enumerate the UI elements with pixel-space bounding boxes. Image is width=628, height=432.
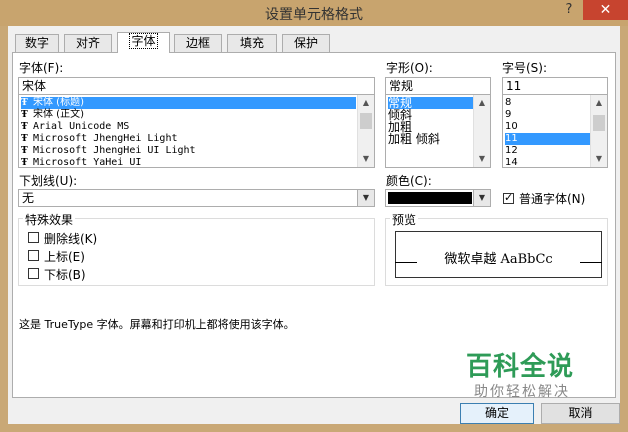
- scroll-up-icon[interactable]: ▲: [358, 95, 374, 111]
- truetype-icon: Ŧ: [21, 158, 28, 168]
- tab-alignment-label: 对齐: [75, 36, 100, 50]
- baseline-right: [580, 262, 602, 263]
- strikethrough-checkbox[interactable]: [28, 232, 39, 243]
- underline-value: 无: [22, 191, 35, 205]
- font-item-label: Microsoft YaHei UI: [33, 157, 142, 168]
- underline-label: 下划线(U):: [19, 174, 78, 188]
- font-label: 字体(F):: [19, 61, 64, 75]
- truetype-icon: Ŧ: [21, 146, 28, 156]
- style-list[interactable]: 常规 倾斜 加粗 加粗 倾斜 ▲ ▼: [385, 94, 491, 168]
- color-swatch: [388, 192, 472, 204]
- scroll-thumb[interactable]: [360, 113, 372, 129]
- cancel-button[interactable]: 取消: [541, 403, 620, 424]
- size-input[interactable]: 11: [502, 77, 608, 95]
- tab-fill[interactable]: 填充: [227, 34, 277, 52]
- close-button[interactable]: ✕: [583, 0, 628, 20]
- window-title: 设置单元格格式: [265, 7, 363, 23]
- size-list[interactable]: 8 9 10 11 12 14 ▲ ▼: [502, 94, 608, 168]
- tab-fill-label: 填充: [239, 36, 264, 50]
- watermark-logo: 百科全说: [466, 352, 575, 382]
- superscript-checkbox[interactable]: [28, 250, 39, 261]
- subscript-checkbox[interactable]: [28, 268, 39, 279]
- size-list-item[interactable]: 11: [505, 133, 590, 145]
- font-list-item[interactable]: Ŧ Microsoft YaHei UI: [21, 157, 142, 168]
- strikethrough-label: 删除线(K): [44, 232, 98, 246]
- size-label: 字号(S):: [502, 61, 548, 75]
- subscript-label: 下标(B): [44, 268, 86, 282]
- tab-border[interactable]: 边框: [174, 34, 222, 52]
- font-list-item[interactable]: Ŧ Arial Unicode MS: [21, 121, 129, 133]
- truetype-icon: Ŧ: [21, 110, 28, 120]
- font-name-input[interactable]: 宋体: [18, 77, 375, 95]
- size-list-item[interactable]: 14: [505, 157, 518, 167]
- chevron-down-icon[interactable]: ▼: [473, 190, 490, 206]
- tab-protection-label: 保护: [293, 36, 318, 50]
- font-list-item[interactable]: Ŧ 宋体 (标题): [21, 97, 356, 109]
- help-button[interactable]: ?: [562, 2, 576, 20]
- tab-font-label: 字体: [129, 33, 158, 49]
- scroll-down-icon[interactable]: ▼: [591, 151, 607, 167]
- color-label: 颜色(C):: [386, 174, 432, 188]
- style-list-item[interactable]: 加粗 倾斜: [388, 133, 440, 145]
- size-list-item[interactable]: 8: [505, 97, 511, 109]
- tab-number[interactable]: 数字: [15, 34, 59, 52]
- truetype-icon: Ŧ: [21, 122, 28, 132]
- preview-text: 微软卓越 AaBbCc: [444, 252, 553, 267]
- watermark-tagline: 助你轻松解决: [474, 384, 570, 400]
- font-list[interactable]: Ŧ 宋体 (标题) Ŧ 宋体 (正文) Ŧ Arial Unicode MS Ŧ Mic…: [18, 94, 375, 168]
- tab-alignment[interactable]: 对齐: [64, 34, 112, 52]
- tab-border-label: 边框: [185, 36, 210, 50]
- font-item-label: 宋体 (正文): [33, 109, 84, 120]
- effects-title: 特殊效果: [23, 211, 76, 228]
- font-list-item[interactable]: Ŧ Microsoft JhengHei UI Light: [21, 145, 196, 157]
- scroll-thumb[interactable]: [593, 115, 605, 131]
- baseline-left: [395, 262, 417, 263]
- font-item-label: Microsoft JhengHei Light: [33, 133, 178, 144]
- chevron-down-icon[interactable]: ▼: [357, 190, 374, 206]
- scroll-down-icon[interactable]: ▼: [358, 151, 374, 167]
- style-list-scrollbar[interactable]: ▲ ▼: [473, 95, 490, 167]
- size-list-scrollbar[interactable]: ▲ ▼: [590, 95, 607, 167]
- size-list-item[interactable]: 12: [505, 145, 518, 157]
- scroll-up-icon[interactable]: ▲: [474, 95, 490, 111]
- tab-number-label: 数字: [24, 36, 49, 50]
- size-list-item[interactable]: 10: [505, 121, 518, 133]
- normal-font-label: 普通字体(N): [519, 192, 586, 206]
- style-input[interactable]: 常规: [385, 77, 491, 95]
- underline-select[interactable]: 无 ▼: [18, 189, 375, 207]
- font-list-item[interactable]: Ŧ Microsoft JhengHei Light: [21, 133, 178, 145]
- normal-font-checkbox[interactable]: [503, 191, 514, 204]
- preview-box: 微软卓越 AaBbCc: [395, 231, 602, 278]
- tab-protection[interactable]: 保护: [282, 34, 330, 52]
- font-list-scrollbar[interactable]: ▲ ▼: [357, 95, 374, 167]
- font-item-label: Microsoft JhengHei UI Light: [33, 145, 196, 156]
- color-picker[interactable]: ▼: [385, 189, 491, 207]
- font-list-item[interactable]: Ŧ 宋体 (正文): [21, 109, 84, 121]
- ok-button[interactable]: 确定: [460, 403, 534, 424]
- size-list-item[interactable]: 9: [505, 109, 511, 121]
- style-label: 字形(O):: [386, 61, 433, 75]
- preview-title: 预览: [390, 211, 419, 228]
- font-description: 这是 TrueType 字体。屏幕和打印机上都将使用该字体。: [19, 318, 295, 331]
- truetype-icon: Ŧ: [21, 134, 28, 144]
- tab-font[interactable]: 字体: [117, 32, 170, 53]
- font-item-label: Arial Unicode MS: [33, 121, 130, 132]
- font-item-label: 宋体 (标题): [33, 97, 84, 108]
- scroll-down-icon[interactable]: ▼: [474, 151, 490, 167]
- superscript-label: 上标(E): [44, 250, 85, 264]
- truetype-icon: Ŧ: [21, 98, 28, 108]
- scroll-up-icon[interactable]: ▲: [591, 95, 607, 111]
